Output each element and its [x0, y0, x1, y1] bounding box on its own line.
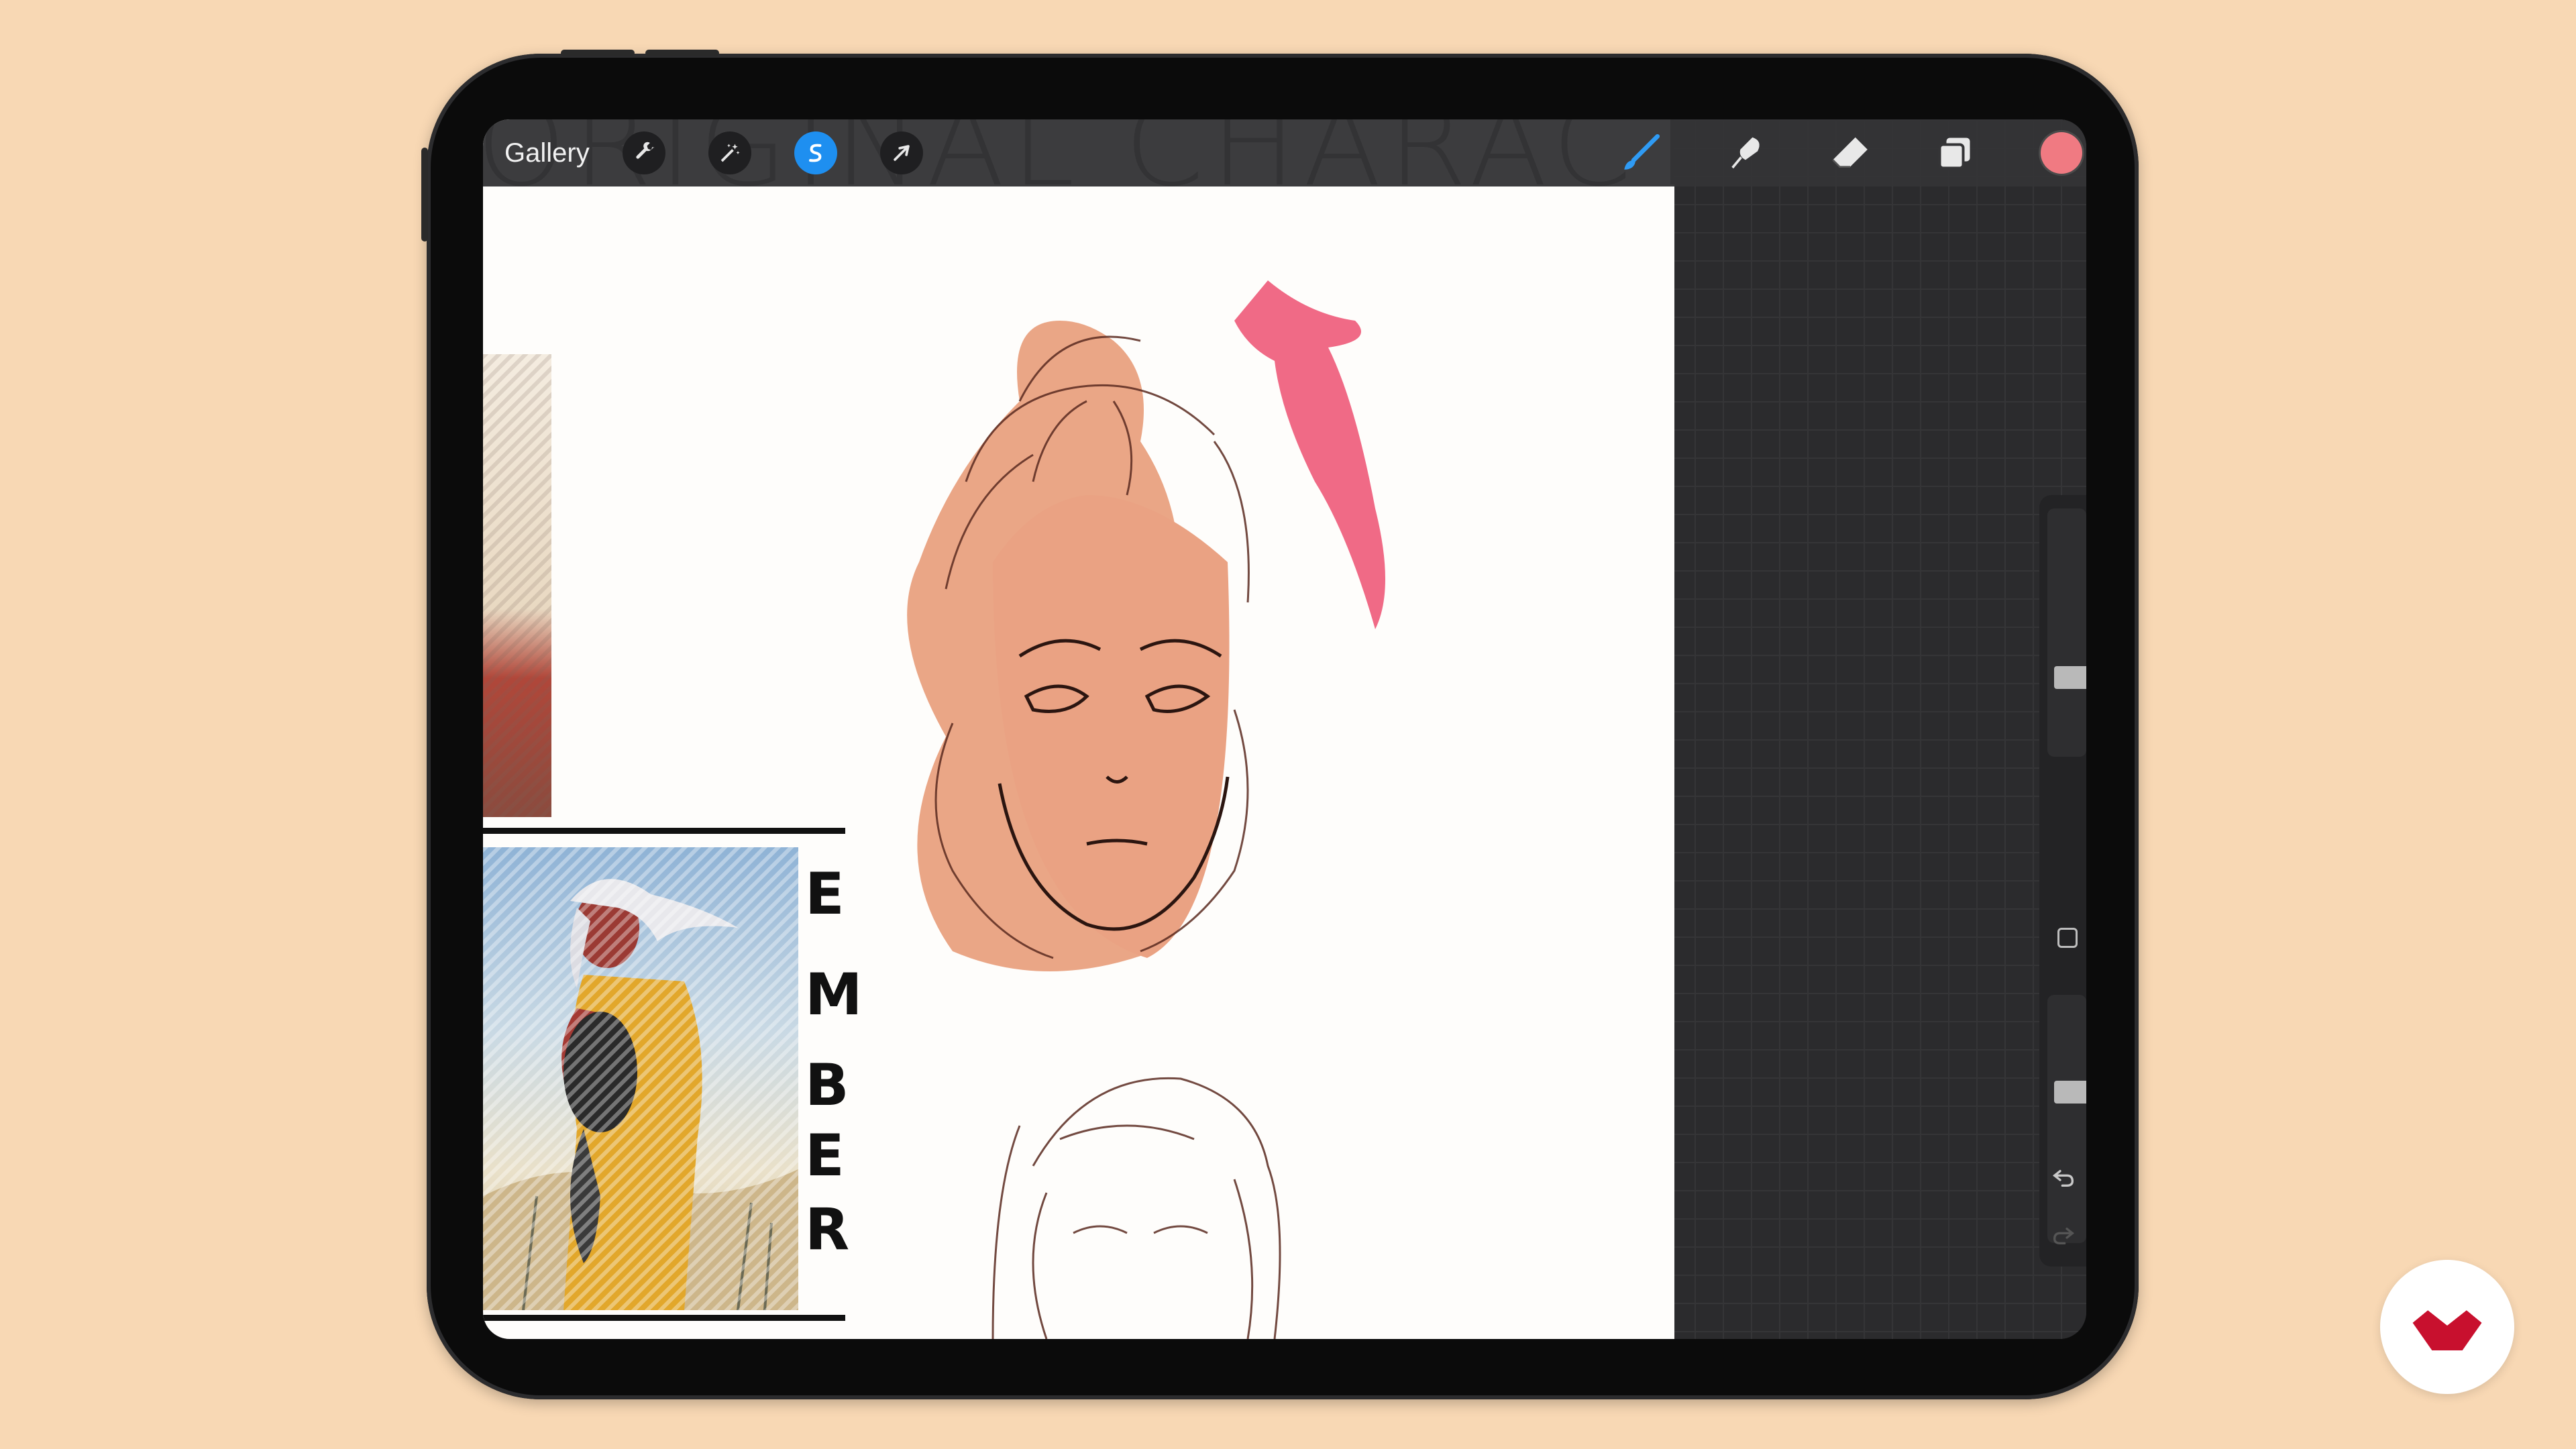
opacity-slider[interactable] — [2047, 995, 2086, 1243]
color-picker-button[interactable] — [2041, 132, 2082, 174]
volume-button — [645, 50, 719, 56]
arrow-cursor-icon — [894, 145, 910, 161]
procreate-screen: ORIGINAL CHARACTER! E M B — [483, 119, 2086, 1339]
brush-tool[interactable] — [1617, 129, 1665, 177]
gallery-button[interactable]: Gallery — [504, 119, 590, 186]
top-button — [421, 148, 428, 241]
undo-icon[interactable] — [2050, 1163, 2077, 1190]
brush-icon — [1624, 133, 1660, 170]
opacity-thumb[interactable] — [2054, 1080, 2086, 1104]
layers-icon — [1938, 138, 1970, 170]
brand-logo-icon — [2412, 1310, 2482, 1350]
magic-wand-icon — [720, 144, 740, 162]
brush-size-slider[interactable] — [2047, 508, 2086, 757]
adjustments-button[interactable] — [708, 131, 751, 174]
brush-size-thumb[interactable] — [2054, 666, 2086, 690]
layers-tool[interactable] — [1931, 129, 1979, 177]
eraser-tool[interactable] — [1826, 129, 1874, 177]
smudge-tool[interactable] — [1721, 129, 1770, 177]
smudge-icon — [1731, 137, 1760, 169]
actions-button[interactable] — [623, 131, 665, 174]
sidebar — [2039, 495, 2086, 1267]
volume-button — [561, 50, 635, 56]
brand-badge — [2380, 1260, 2514, 1394]
character-sketch — [907, 280, 1385, 1339]
modify-button[interactable] — [2057, 928, 2078, 948]
selection-button[interactable] — [794, 131, 837, 174]
selection-s-icon — [809, 144, 822, 162]
drawing-canvas[interactable]: ORIGINAL CHARACTER! E M B — [483, 119, 1674, 1339]
wrench-icon — [636, 142, 654, 159]
transform-button[interactable] — [880, 131, 923, 174]
top-toolbar: Gallery — [483, 119, 2086, 186]
eraser-icon — [1832, 137, 1868, 168]
redo-icon[interactable] — [2050, 1221, 2077, 1248]
